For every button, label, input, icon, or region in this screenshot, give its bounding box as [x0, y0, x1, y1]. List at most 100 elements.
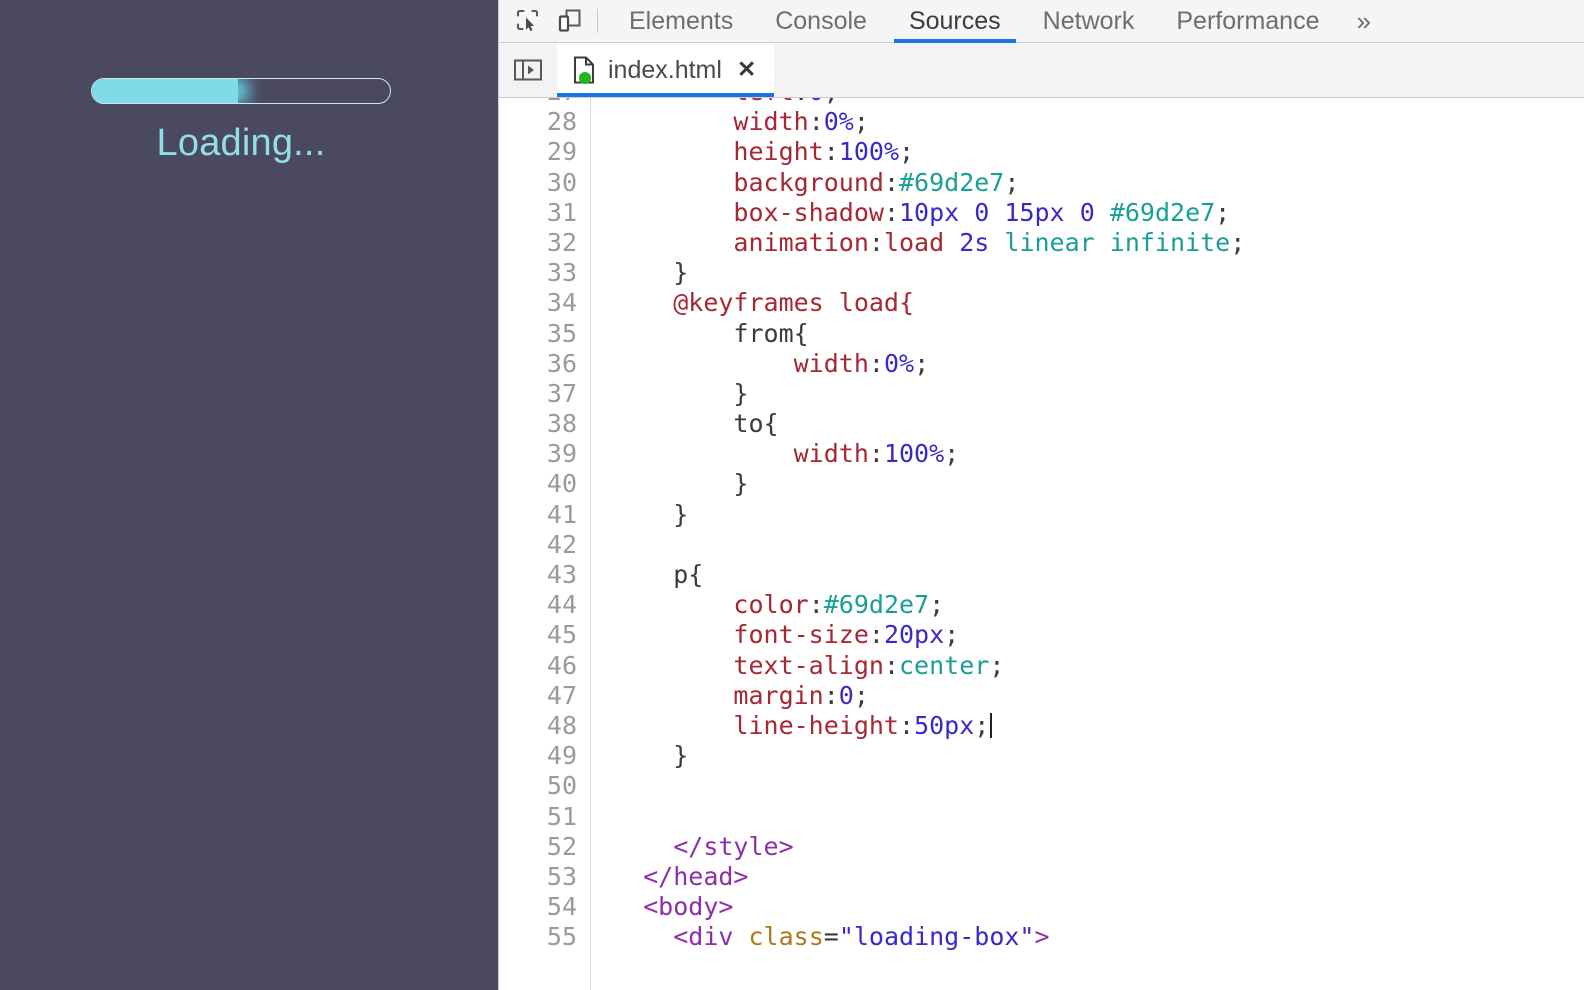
line-number: 45 [546, 620, 577, 650]
code-token: } [673, 499, 689, 529]
code-token: 15px [1004, 197, 1065, 227]
code-line[interactable]: width:0%; [591, 107, 1584, 137]
loading-bar-fill [92, 79, 239, 103]
code-line[interactable]: width:100%; [591, 439, 1584, 469]
code-line[interactable]: </style> [591, 832, 1584, 862]
code-line[interactable]: animation:load 2s linear infinite; [591, 228, 1584, 258]
line-number: 48 [546, 710, 577, 740]
line-number: 31 [546, 197, 577, 227]
line-number: 41 [546, 499, 577, 529]
panel-tab-list: Elements Console Sources Network Performance [608, 0, 1340, 43]
code-token: line-height [733, 710, 899, 740]
code-line[interactable]: <div class="loading-box"> [591, 922, 1584, 952]
panel-tab-label: Network [1042, 6, 1135, 35]
inspect-element-icon[interactable] [507, 2, 549, 40]
line-number: 50 [546, 771, 577, 801]
code-token: 0 [809, 98, 824, 106]
code-line[interactable] [591, 530, 1584, 560]
code-line[interactable]: color:#69d2e7; [591, 590, 1584, 620]
code-line[interactable]: width:0%; [591, 349, 1584, 379]
code-line[interactable] [591, 771, 1584, 801]
device-toolbar-icon[interactable] [549, 2, 591, 40]
code-line[interactable] [591, 802, 1584, 832]
code-line[interactable]: } [591, 469, 1584, 499]
text-cursor [990, 712, 993, 738]
show-navigator-icon[interactable] [499, 43, 557, 97]
code-line[interactable]: } [591, 258, 1584, 288]
code-token: ; [914, 348, 930, 378]
code-line[interactable]: <body> [591, 892, 1584, 922]
code-token: color [733, 590, 809, 620]
code-content-area[interactable]: left:0; width:0%; height:100%; backgroun… [591, 98, 1584, 990]
code-token: : [868, 439, 884, 469]
file-tab-strip: index.html ✕ [499, 43, 1584, 98]
code-token: height [733, 137, 824, 167]
close-icon[interactable]: ✕ [733, 56, 760, 85]
line-number: 53 [546, 861, 577, 891]
line-number: 46 [546, 650, 577, 680]
code-token: 0 [1079, 197, 1095, 227]
code-line[interactable]: @keyframes load{ [591, 288, 1584, 318]
line-number: 42 [546, 529, 577, 559]
code-token: = [823, 922, 839, 952]
code-line[interactable]: text-align:center; [591, 651, 1584, 681]
code-line[interactable]: to{ [591, 409, 1584, 439]
panel-tab-console[interactable]: Console [754, 0, 888, 43]
line-number: 40 [546, 469, 577, 499]
code-token: load [883, 227, 945, 257]
code-line[interactable]: box-shadow:10px 0 15px 0 #69d2e7; [591, 198, 1584, 228]
panel-tab-label: Sources [908, 6, 1001, 35]
code-token: animation [733, 227, 869, 257]
code-token: 50px [914, 710, 975, 740]
panel-tab-network[interactable]: Network [1022, 0, 1156, 43]
code-token: class [748, 922, 824, 952]
code-line[interactable]: margin:0; [591, 681, 1584, 711]
code-token: center [899, 650, 990, 680]
code-token: : [899, 710, 915, 740]
panel-tab-elements[interactable]: Elements [608, 0, 754, 43]
code-line[interactable]: font-size:20px; [591, 620, 1584, 650]
line-number: 32 [546, 227, 577, 257]
code-token: } [673, 741, 689, 771]
panel-tab-sources[interactable]: Sources [888, 0, 1022, 43]
code-token: 100% [838, 137, 900, 167]
code-line[interactable]: p{ [591, 560, 1584, 590]
code-line[interactable]: line-height:50px; [591, 711, 1584, 741]
code-editor[interactable]: 2728293031323334353637383940414243444546… [499, 98, 1584, 990]
code-token: : [868, 620, 884, 650]
code-line[interactable]: </head> [591, 862, 1584, 892]
code-token: width [733, 107, 809, 137]
code-line[interactable]: from{ [591, 319, 1584, 349]
code-line[interactable]: } [591, 741, 1584, 771]
more-panels-icon[interactable]: » [1340, 6, 1386, 37]
code-line[interactable]: background:#69d2e7; [591, 168, 1584, 198]
code-line[interactable]: left:0; [591, 98, 1584, 107]
code-token: p{ [673, 560, 704, 589]
code-token: : [883, 197, 899, 227]
line-number: 28 [546, 107, 577, 137]
code-line[interactable]: height:100%; [591, 137, 1584, 167]
panel-tab-performance[interactable]: Performance [1155, 0, 1340, 43]
code-line[interactable]: } [591, 500, 1584, 530]
file-tab-index-html[interactable]: index.html ✕ [557, 43, 775, 97]
devtools-panel: Elements Console Sources Network Performance… [498, 0, 1584, 990]
code-line[interactable]: } [591, 379, 1584, 409]
